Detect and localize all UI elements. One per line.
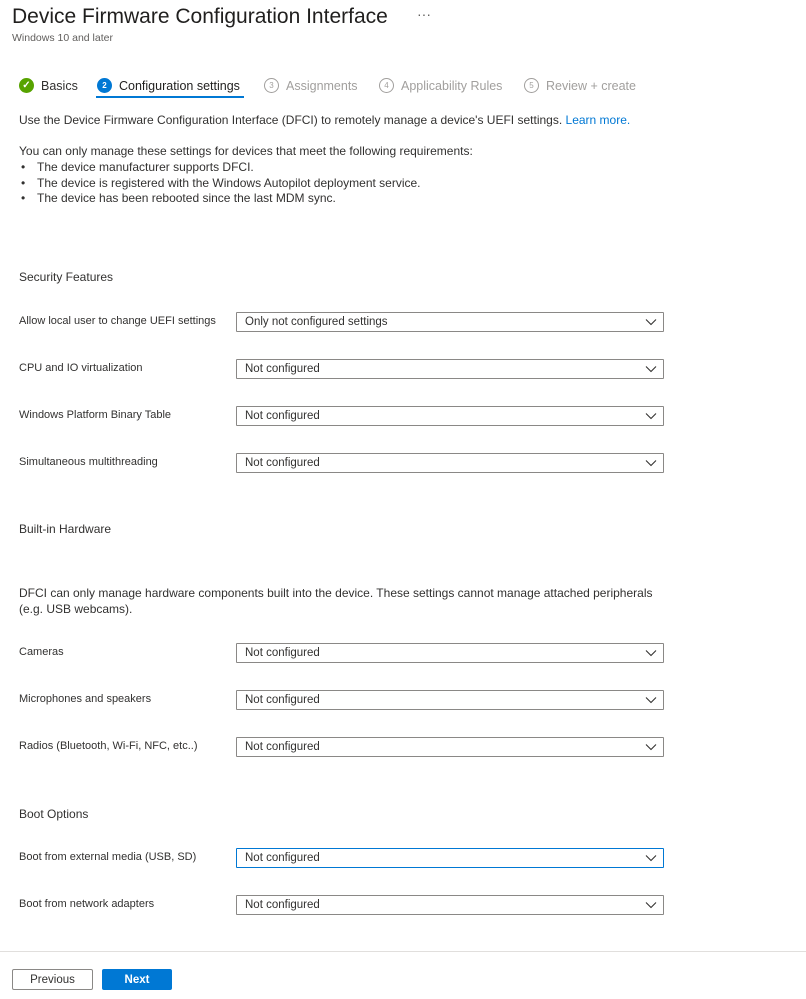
learn-more-link[interactable]: Learn more.	[566, 113, 631, 127]
tab-assignments[interactable]: 3 Assignments	[264, 78, 358, 93]
step-number-icon: 2	[97, 78, 112, 93]
chevron-down-icon	[645, 697, 657, 704]
chevron-down-icon	[645, 650, 657, 657]
checkmark-icon: ✓	[19, 78, 34, 93]
setting-dropdown[interactable]: Not configured	[236, 848, 664, 868]
tab-label: Basics	[41, 78, 78, 93]
dropdown-value: Not configured	[245, 852, 320, 864]
tab-basics[interactable]: ✓ Basics	[19, 78, 78, 93]
setting-label: CPU and IO virtualization	[19, 362, 143, 374]
tab-review-create[interactable]: 5 Review + create	[524, 78, 636, 93]
dropdown-value: Not configured	[245, 363, 320, 375]
hardware-description-cont: (e.g. USB webcams).	[19, 602, 133, 616]
footer-divider	[0, 951, 806, 952]
intro-description: Use the Device Firmware Configuration In…	[19, 113, 563, 127]
tab-label: Configuration settings	[119, 78, 240, 93]
hardware-description: DFCI can only manage hardware components…	[19, 586, 653, 600]
dropdown-value: Not configured	[245, 647, 320, 659]
chevron-down-icon	[645, 366, 657, 373]
tab-applicability-rules[interactable]: 4 Applicability Rules	[379, 78, 502, 93]
setting-dropdown[interactable]: Only not configured settings	[236, 312, 664, 332]
dropdown-value: Not configured	[245, 741, 320, 753]
setting-label: Windows Platform Binary Table	[19, 409, 172, 421]
section-built-in-hardware: Built-in Hardware	[19, 522, 112, 536]
setting-label: Cameras	[19, 646, 64, 658]
tab-label: Review + create	[546, 78, 636, 93]
setting-label: Radios (Bluetooth, Wi-Fi, NFC, etc..)	[19, 740, 198, 752]
dropdown-value: Not configured	[245, 457, 320, 469]
tab-label: Applicability Rules	[401, 78, 503, 93]
ellipsis-icon[interactable]: ···	[417, 6, 431, 22]
setting-dropdown[interactable]: Not configured	[236, 406, 664, 426]
section-boot-options: Boot Options	[19, 807, 89, 821]
chevron-down-icon	[645, 744, 657, 751]
next-button[interactable]: Next	[102, 969, 172, 990]
chevron-down-icon	[645, 902, 657, 909]
requirement-item: The device has been rebooted since the l…	[21, 191, 336, 205]
requirement-item: The device manufacturer supports DFCI.	[21, 160, 254, 174]
chevron-down-icon	[645, 413, 657, 420]
setting-dropdown[interactable]: Not configured	[236, 737, 664, 757]
setting-dropdown[interactable]: Not configured	[236, 895, 664, 915]
setting-label: Microphones and speakers	[19, 693, 152, 705]
chevron-down-icon	[645, 460, 657, 467]
section-security-features: Security Features	[19, 270, 114, 284]
previous-button[interactable]: Previous	[12, 969, 93, 990]
setting-label: Boot from external media (USB, SD)	[19, 851, 197, 863]
dropdown-value: Not configured	[245, 899, 320, 911]
requirement-item: The device is registered with the Window…	[21, 176, 421, 190]
setting-dropdown[interactable]: Not configured	[236, 643, 664, 663]
chevron-down-icon	[645, 319, 657, 326]
requirements-heading: You can only manage these settings for d…	[19, 144, 473, 158]
tab-label: Assignments	[286, 78, 358, 93]
dropdown-value: Only not configured settings	[245, 316, 388, 328]
setting-label: Boot from network adapters	[19, 898, 155, 910]
step-number-icon: 4	[379, 78, 394, 93]
setting-label: Simultaneous multithreading	[19, 456, 158, 468]
setting-dropdown[interactable]: Not configured	[236, 453, 664, 473]
intro-text: Use the Device Firmware Configuration In…	[19, 113, 630, 127]
setting-dropdown[interactable]: Not configured	[236, 359, 664, 379]
step-number-icon: 3	[264, 78, 279, 93]
dropdown-value: Not configured	[245, 410, 320, 422]
chevron-down-icon	[645, 855, 657, 862]
setting-dropdown[interactable]: Not configured	[236, 690, 664, 710]
page-title: Device Firmware Configuration Interface	[12, 5, 388, 28]
dropdown-value: Not configured	[245, 694, 320, 706]
page-subtitle: Windows 10 and later	[12, 32, 113, 44]
step-number-icon: 5	[524, 78, 539, 93]
setting-label: Allow local user to change UEFI settings	[19, 315, 216, 327]
tab-configuration-settings[interactable]: 2 Configuration settings	[97, 78, 240, 93]
active-tab-underline	[96, 96, 244, 98]
